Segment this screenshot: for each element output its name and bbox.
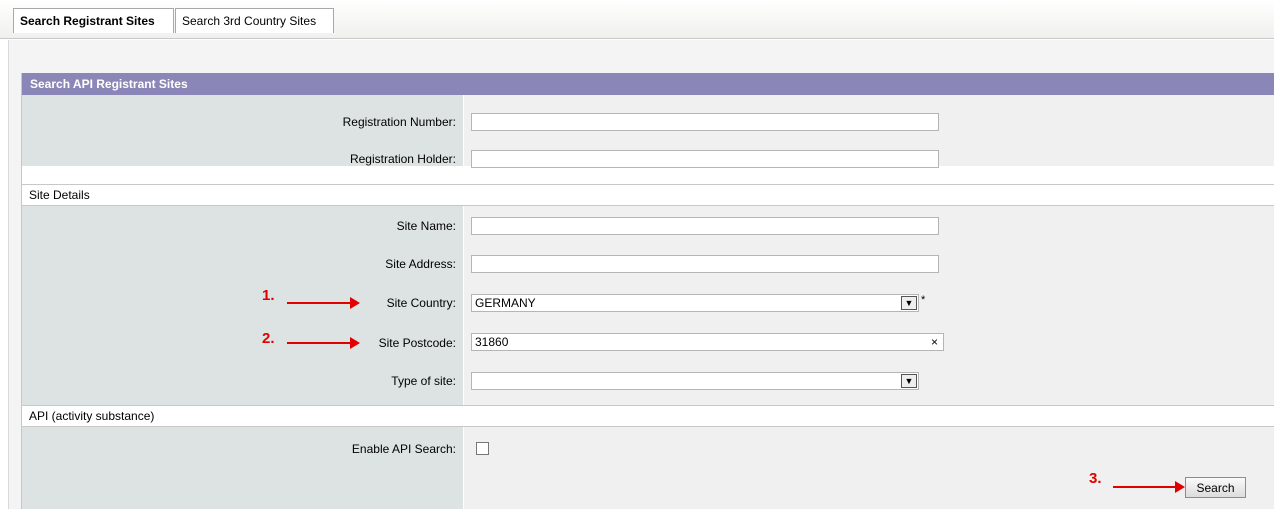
site-name-label: Site Name:: [396, 219, 456, 233]
site-country-select[interactable]: GERMANY ▼: [471, 294, 919, 312]
search-panel: Search API Registrant Sites Registration…: [21, 73, 1274, 509]
type-of-site-label: Type of site:: [391, 374, 456, 388]
registration-number-label: Registration Number:: [342, 115, 456, 129]
annotation-2: 2.: [262, 330, 275, 347]
required-mark: *: [921, 294, 926, 306]
main-area: Search API Registrant Sites Registration…: [8, 40, 1274, 509]
arrow-icon: [1113, 481, 1185, 493]
site-country-value: GERMANY: [475, 296, 536, 310]
enable-api-search-label: Enable API Search:: [351, 442, 456, 456]
site-name-input[interactable]: [471, 217, 939, 235]
section-api: API (activity substance): [22, 405, 1274, 427]
chevron-down-icon[interactable]: ▼: [901, 374, 917, 388]
site-postcode-input[interactable]: [471, 333, 944, 351]
label-column: [22, 427, 463, 509]
site-postcode-label: Site Postcode:: [378, 336, 456, 350]
arrow-icon: [287, 337, 360, 349]
registration-holder-input[interactable]: [471, 150, 939, 168]
site-address-input[interactable]: [471, 255, 939, 273]
panel-title: Search API Registrant Sites: [22, 73, 1274, 95]
registration-holder-label: Registration Holder:: [349, 152, 456, 166]
site-address-label: Site Address:: [385, 257, 456, 271]
annotation-1: 1.: [262, 287, 275, 304]
enable-api-search-checkbox[interactable]: [476, 442, 489, 455]
field-column: [464, 427, 1274, 509]
annotation-3: 3.: [1089, 470, 1102, 487]
clear-icon[interactable]: ×: [931, 335, 938, 349]
site-country-label: Site Country:: [386, 296, 456, 310]
search-button[interactable]: Search: [1185, 477, 1246, 498]
type-of-site-select[interactable]: ▼: [471, 372, 919, 390]
chevron-down-icon[interactable]: ▼: [901, 296, 917, 310]
arrow-icon: [287, 297, 360, 309]
registration-number-input[interactable]: [471, 113, 939, 131]
tab-bar: Search Registrant Sites Search 3rd Count…: [0, 0, 1274, 39]
section-site-details: Site Details: [22, 184, 1274, 206]
tab-search-3rd-country-sites[interactable]: Search 3rd Country Sites: [175, 8, 334, 33]
tab-search-registrant-sites[interactable]: Search Registrant Sites: [13, 8, 174, 33]
